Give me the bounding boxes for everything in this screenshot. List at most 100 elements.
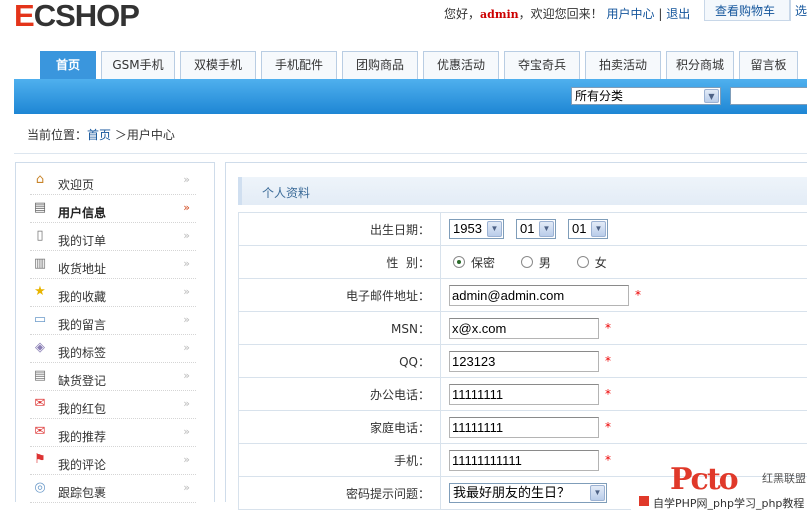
user-sidebar: ⌂ 欢迎页» ▤ 用户信息» ▯ 我的订单» ▥ 收货地址» ★ 我的收藏» ▭…: [15, 162, 215, 503]
form-row-office-phone: 办公电话： 11111111 *: [238, 377, 807, 411]
notepad-icon: ▤: [33, 368, 47, 383]
nav-tab-accessories[interactable]: 手机配件: [261, 51, 337, 79]
speech-bubble-icon: ▭: [33, 312, 47, 327]
ecshop-logo[interactable]: ECSHOP: [14, 0, 140, 34]
welcome-text: ，欢迎您回来！: [518, 7, 603, 21]
email-field[interactable]: admin@admin.com: [449, 284, 629, 306]
birth-day-select[interactable]: 01 ▼: [568, 219, 608, 239]
sidebar-item-messages[interactable]: ▭ 我的留言»: [30, 307, 196, 335]
chevron-right-icon: »: [183, 173, 190, 186]
breadcrumb-arrow: ＞: [114, 128, 127, 142]
chevron-right-icon: »: [183, 341, 190, 354]
msn-label: MSN：: [238, 311, 441, 345]
chevron-right-icon: »: [183, 285, 190, 298]
required-mark: *: [605, 453, 611, 467]
nav-tab-points-mall[interactable]: 积分商城: [666, 51, 734, 79]
main-nav: 首页 GSM手机 双模手机 手机配件 团购商品 优惠活动 夺宝奇兵 拍卖活动 积…: [40, 51, 803, 79]
sidebar-item-red-envelope[interactable]: ✉ 我的红包»: [30, 391, 196, 419]
logout-link[interactable]: 退出: [666, 7, 690, 21]
home-phone-label: 家庭电话：: [238, 410, 441, 444]
user-greeting: 您好，admin，欢迎您回来！ 用户中心 | 退出: [444, 5, 690, 22]
breadcrumb-prefix: 当前位置：: [27, 128, 88, 142]
red-envelope-icon: ✉: [34, 396, 46, 411]
order-icon: ▯: [36, 228, 44, 243]
chevron-right-icon: »: [183, 397, 190, 410]
gender-radio-male[interactable]: [520, 256, 533, 268]
required-mark: *: [635, 288, 641, 302]
watermark-caption: 自学PHP网_php学习_php教程: [631, 492, 807, 511]
chevron-right-icon: »: [183, 257, 190, 270]
mobile-field[interactable]: 11111111111: [449, 449, 599, 471]
recommend-icon: ✉: [34, 424, 46, 439]
nav-tab-promotions[interactable]: 优惠活动: [423, 51, 499, 79]
mobile-label: 手机：: [238, 443, 441, 477]
nav-tab-snatch[interactable]: 夺宝奇兵: [504, 51, 580, 79]
sidebar-item-address[interactable]: ▥ 收货地址»: [30, 251, 196, 279]
username: admin: [480, 8, 519, 21]
sidebar-item-favorites[interactable]: ★ 我的收藏»: [30, 279, 196, 307]
view-cart-link[interactable]: 查看购物车: [704, 0, 790, 21]
sidebar-item-stock-alert[interactable]: ▤ 缺货登记»: [30, 363, 196, 391]
address-book-icon: ▥: [33, 256, 47, 271]
chevron-down-icon: ▼: [539, 221, 554, 237]
required-mark: *: [605, 321, 611, 335]
sidebar-item-user-info[interactable]: ▤ 用户信息»: [30, 195, 196, 223]
form-row-home-phone: 家庭电话： 11111111 *: [238, 410, 807, 444]
chevron-down-icon: ▼: [591, 221, 606, 237]
top-link-truncated[interactable]: 选: [790, 0, 807, 21]
sidebar-item-welcome[interactable]: ⌂ 欢迎页»: [30, 167, 196, 195]
sidebar-item-orders[interactable]: ▯ 我的订单»: [30, 223, 196, 251]
nav-tab-group-buy[interactable]: 团购商品: [342, 51, 418, 79]
required-mark: *: [605, 354, 611, 368]
qq-field[interactable]: 123123: [449, 350, 599, 372]
breadcrumb: 当前位置：首页 ＞用户中心: [14, 120, 807, 148]
nav-tab-guestbook[interactable]: 留言板: [739, 51, 798, 79]
nav-tab-home[interactable]: 首页: [40, 51, 96, 79]
sidebar-item-recommend[interactable]: ✉ 我的推荐»: [30, 419, 196, 447]
gender-radio-female[interactable]: [576, 256, 589, 268]
sidebar-item-comments[interactable]: ⚑ 我的评论»: [30, 447, 196, 475]
sidebar-item-track-package[interactable]: ◎ 跟踪包裹»: [30, 475, 196, 503]
search-input[interactable]: [730, 87, 807, 105]
form-row-qq: QQ： 123123 *: [238, 344, 807, 378]
birth-month-select[interactable]: 01 ▼: [516, 219, 556, 239]
category-select[interactable]: 所有分类 ▼: [571, 87, 721, 105]
watermark-brand: 红黑联盟: [762, 472, 806, 485]
sidebar-item-tags[interactable]: ◈ 我的标签»: [30, 335, 196, 363]
chevron-down-icon: ▼: [704, 89, 719, 103]
home-phone-field[interactable]: 11111111: [449, 416, 599, 438]
chevron-right-icon: »: [183, 453, 190, 466]
id-card-icon: ▤: [33, 200, 47, 215]
breadcrumb-home-link[interactable]: 首页: [87, 128, 111, 142]
greeting-text: 您好，: [444, 7, 481, 21]
form-row-birthday: 出生日期： 1953 ▼ 01 ▼ 01 ▼: [238, 212, 807, 246]
birthday-label: 出生日期：: [238, 212, 441, 246]
nav-tab-dual-mode[interactable]: 双模手机: [180, 51, 256, 79]
chevron-down-icon: ▼: [487, 221, 502, 237]
chevron-right-icon: »: [183, 313, 190, 326]
question-label: 密码提示问题：: [238, 476, 441, 510]
breadcrumb-current: 用户中心: [126, 128, 175, 142]
tag-icon: ◈: [35, 340, 45, 355]
birth-year-select[interactable]: 1953 ▼: [449, 219, 504, 239]
chevron-down-icon: ▼: [590, 485, 605, 501]
divider: [14, 153, 807, 154]
gender-radio-secret[interactable]: [453, 256, 465, 268]
separator: |: [658, 7, 663, 21]
chevron-right-icon: »: [183, 425, 190, 438]
user-center-link[interactable]: 用户中心: [607, 7, 655, 21]
home-icon: ⌂: [35, 172, 45, 187]
nav-tab-gsm[interactable]: GSM手机: [101, 51, 175, 79]
msn-field[interactable]: x@x.com: [449, 317, 599, 339]
password-question-select[interactable]: 我最好朋友的生日？ ▼: [449, 483, 607, 503]
office-phone-label: 办公电话：: [238, 377, 441, 411]
flag-icon: ⚑: [34, 452, 46, 467]
section-title: 个人资料: [238, 177, 807, 205]
nav-tab-auction[interactable]: 拍卖活动: [585, 51, 661, 79]
office-phone-field[interactable]: 11111111: [449, 383, 599, 405]
email-label: 电子邮件地址：: [238, 278, 441, 312]
chevron-right-icon: »: [183, 481, 190, 494]
form-row-email: 电子邮件地址： admin@admin.com *: [238, 278, 807, 312]
gender-label: 性 别：: [238, 245, 441, 279]
chevron-right-icon: »: [183, 201, 190, 214]
